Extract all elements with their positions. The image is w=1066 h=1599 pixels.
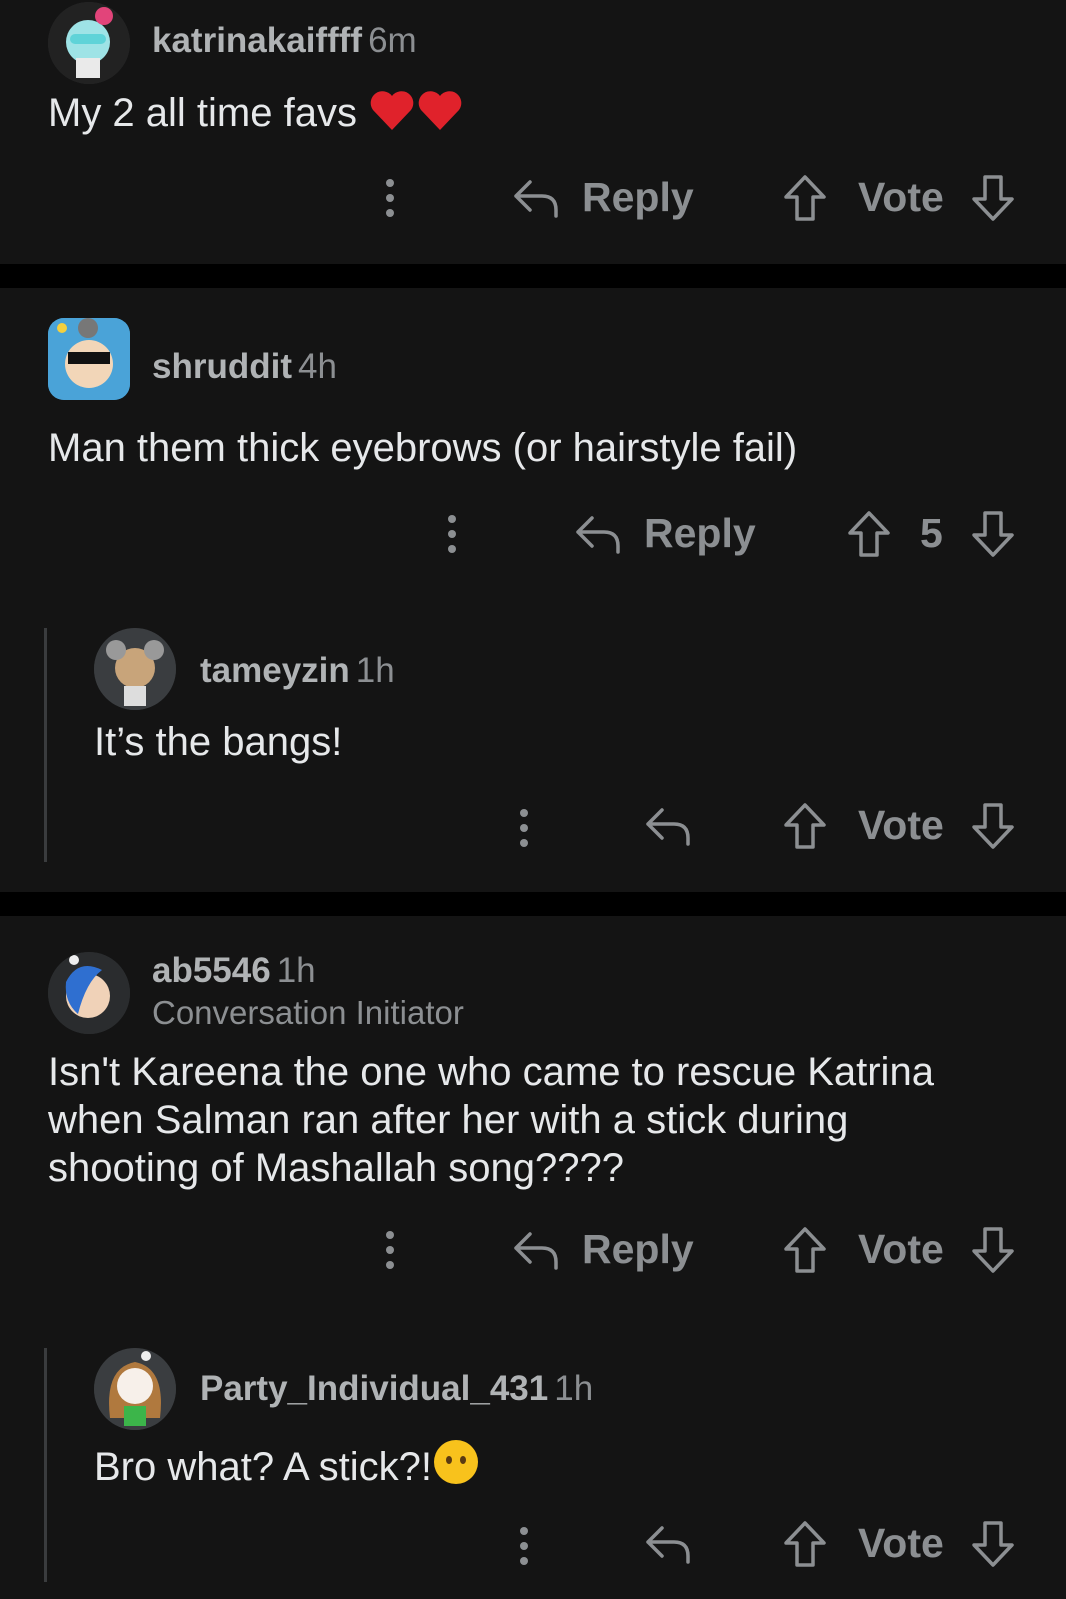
user-flair: Conversation Initiator [152,994,464,1031]
comment-meta: Party_Individual_431 1h [200,1368,593,1410]
upvote-arrow-icon [784,1521,826,1567]
reply-arrow-icon [514,1231,558,1270]
reply-arrow-icon [514,179,558,218]
downvote-button[interactable] [970,802,1016,850]
reply-button[interactable]: Reply [512,174,694,221]
vote-score: Vote [858,1226,944,1273]
reply-arrow-icon [646,1526,690,1564]
upvote-button[interactable] [782,1520,828,1568]
comment-body: Bro what? A stick?! [94,1438,480,1497]
comment-meta: ab5546 1h [152,950,316,992]
vote-label: Vote [858,802,944,848]
downvote-button[interactable] [970,510,1016,558]
comment-body: Man them thick eyebrows (or hairstyle fa… [48,424,797,472]
thread-line[interactable] [44,1348,47,1582]
comment-separator [0,264,1066,288]
more-options-button[interactable] [514,806,534,850]
timestamp: 6m [368,21,417,60]
timestamp: 4h [297,347,337,386]
reply-button[interactable] [644,804,692,848]
downvote-button[interactable] [970,1226,1016,1274]
downvote-button[interactable] [970,174,1016,222]
upvote-button[interactable] [782,1226,828,1274]
more-vertical-icon [386,179,394,217]
avatar[interactable] [48,2,130,84]
username[interactable]: tameyzin [200,651,350,690]
heart-emoji-icon [416,88,464,143]
upvote-button[interactable] [782,174,828,222]
reply-label: Reply [644,510,756,556]
username[interactable]: Party_Individual_431 [200,1369,548,1408]
vote-count: 5 [920,510,943,556]
reply-label: Reply [582,1226,694,1272]
comment-text: My 2 all time favs [48,91,357,135]
reply-button[interactable]: Reply [512,1226,694,1273]
comments-page: katrinakaiffff 6m My 2 all time favs Repl… [0,0,1066,1599]
reply-button[interactable] [644,1522,692,1566]
timestamp: 1h [276,951,316,990]
downvote-arrow-icon [972,803,1014,849]
upvote-arrow-icon [784,1227,826,1273]
comment-body: My 2 all time favs [48,88,464,143]
comment-meta: shruddit 4h [152,346,337,388]
more-vertical-icon [448,515,456,553]
more-vertical-icon [520,1527,528,1565]
reply-button[interactable]: Reply [574,510,756,557]
downvote-arrow-icon [972,1521,1014,1567]
downvote-arrow-icon [972,511,1014,557]
reply-label: Reply [582,174,694,220]
more-vertical-icon [386,1231,394,1269]
downvote-arrow-icon [972,1227,1014,1273]
comment-text: Man them thick eyebrows (or hairstyle fa… [48,426,798,470]
username[interactable]: ab5546 [152,951,271,990]
comment-text: Isn't Kareena the one who came to rescue… [48,1050,934,1190]
vote-label: Vote [858,174,944,220]
more-options-button[interactable] [514,1524,534,1568]
more-options-button[interactable] [380,176,400,220]
reply-arrow-icon [646,808,690,846]
upvote-arrow-icon [784,803,826,849]
comment-meta: tameyzin 1h [200,650,395,692]
vote-score: Vote [858,802,944,849]
username[interactable]: katrinakaiffff [152,21,362,60]
upvote-arrow-icon [848,511,890,557]
comment-body: It’s the bangs! [94,718,342,766]
heart-emoji-icon [368,88,416,143]
downvote-arrow-icon [972,175,1014,221]
vote-label: Vote [858,1520,944,1566]
vote-score: 5 [920,510,943,557]
avatar[interactable] [48,952,130,1034]
more-options-button[interactable] [380,1228,400,1272]
vote-score: Vote [858,1520,944,1567]
vote-score: Vote [858,174,944,221]
downvote-button[interactable] [970,1520,1016,1568]
more-options-button[interactable] [442,512,462,556]
avatar[interactable] [94,1348,176,1430]
thread-line[interactable] [44,628,47,862]
comment-separator [0,892,1066,916]
timestamp: 1h [554,1369,594,1408]
comment-body: Isn't Kareena the one who came to rescue… [48,1048,968,1192]
upvote-button[interactable] [782,802,828,850]
comment-text: Bro what? A stick?! [94,1445,432,1489]
upvote-button[interactable] [846,510,892,558]
face-without-mouth-emoji-icon [432,1438,480,1497]
avatar[interactable] [94,628,176,710]
reply-arrow-icon [576,515,620,554]
more-vertical-icon [520,809,528,847]
comment-meta: katrinakaiffff 6m [152,20,417,62]
avatar[interactable] [48,318,130,400]
comment-text: It’s the bangs! [94,720,343,764]
timestamp: 1h [355,651,395,690]
username[interactable]: shruddit [152,347,292,386]
vote-label: Vote [858,1226,944,1272]
upvote-arrow-icon [784,175,826,221]
